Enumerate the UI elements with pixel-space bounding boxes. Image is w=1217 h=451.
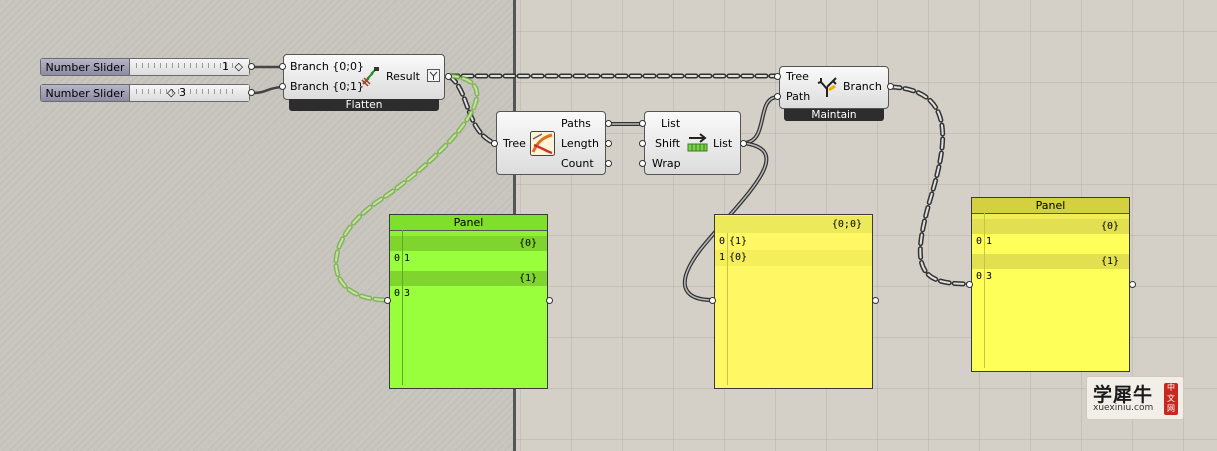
- panel-row: 1 {0}: [715, 250, 872, 266]
- treebranch-tree-grip[interactable]: [774, 73, 781, 80]
- slider-value: 3: [179, 86, 186, 99]
- panel-index-divider: [984, 213, 985, 368]
- slider-label: Number Slider: [41, 59, 130, 75]
- panel-branch-header: {0;0}: [715, 216, 872, 233]
- slider-handle-icon[interactable]: ◇: [167, 86, 175, 99]
- panel-row: 0 {1}: [715, 234, 872, 250]
- paramviewer-input-tree[interactable]: Tree: [503, 137, 526, 150]
- shiftlist-input-shift[interactable]: Shift: [655, 137, 680, 150]
- slider-track[interactable]: 1 ◇: [130, 59, 249, 75]
- slider-ticks: [136, 63, 235, 68]
- param-viewer-component[interactable]: Tree Paths Length Count: [496, 111, 606, 175]
- panel-branch-header: {0}: [972, 219, 1129, 234]
- shiftlist-list-grip[interactable]: [639, 120, 646, 127]
- paramviewer-output-paths[interactable]: Paths: [561, 117, 591, 130]
- wire-maintain-panel3: [888, 84, 972, 287]
- panel-index-divider: [727, 233, 728, 385]
- shift-list-component[interactable]: List Shift Wrap List: [644, 111, 741, 175]
- slider-1-output-grip[interactable]: [248, 63, 255, 70]
- panel-row: 03: [972, 269, 1129, 285]
- maintain-caption: Maintain: [784, 109, 884, 121]
- paramviewer-output-length[interactable]: Length: [561, 137, 599, 150]
- panel-index-divider: [402, 230, 403, 385]
- panel-2-output-grip[interactable]: [872, 297, 879, 304]
- paramviewer-input-grip[interactable]: [491, 140, 498, 147]
- watermark-seal: 中文网: [1164, 383, 1178, 415]
- panel-row-value: 3: [986, 271, 993, 282]
- shiftlist-shift-grip[interactable]: [639, 140, 646, 147]
- shift-list-icon: [687, 133, 708, 152]
- watermark-logo: 学犀牛 xuexiniu.com 中文网: [1086, 376, 1184, 420]
- shiftlist-input-list[interactable]: List: [661, 117, 680, 130]
- flatten-caption: Flatten: [289, 99, 439, 111]
- panel-3-input-grip[interactable]: [966, 281, 973, 288]
- wire-slider2-flatten: [250, 85, 284, 95]
- shiftlist-output-grip[interactable]: [740, 140, 747, 147]
- treebranch-input-path[interactable]: Path: [786, 90, 810, 103]
- panel-row-value: 1: [986, 236, 993, 247]
- panel-row: 01: [390, 251, 547, 267]
- panel-row: 01: [972, 234, 1129, 250]
- panel-3[interactable]: Panel {0} 01 {1} 03: [971, 197, 1130, 372]
- shiftlist-output-list[interactable]: List: [713, 137, 732, 150]
- panel-1-output-grip[interactable]: [546, 297, 553, 304]
- panel-row-value: {1}: [729, 236, 748, 247]
- paramviewer-paths-grip[interactable]: [605, 120, 612, 127]
- slider-track[interactable]: ◇ 3: [130, 85, 249, 101]
- slider-handle-icon[interactable]: ◇: [235, 60, 243, 73]
- number-slider-2[interactable]: Number Slider ◇ 3: [40, 84, 250, 102]
- tree-branch-icon: [817, 77, 837, 97]
- slider-label: Number Slider: [41, 85, 130, 101]
- paramviewer-output-count[interactable]: Count: [561, 157, 594, 170]
- shiftlist-wrap-grip[interactable]: [639, 160, 646, 167]
- panel-row-value: 1: [404, 253, 411, 264]
- treebranch-path-grip[interactable]: [774, 93, 781, 100]
- panel-title: Panel: [390, 215, 547, 231]
- panel-2-input-grip[interactable]: [709, 297, 716, 304]
- flatten-output-result[interactable]: Result: [386, 70, 420, 83]
- slider-value: 1: [222, 60, 229, 73]
- paramviewer-length-grip[interactable]: [605, 140, 612, 147]
- wire-shiftlist-maintain-path: [741, 95, 780, 145]
- flatten-input-branch-0-0[interactable]: Branch {0;0}: [290, 60, 364, 73]
- panel-row: 03: [390, 286, 547, 302]
- treebranch-input-tree[interactable]: Tree: [786, 70, 809, 83]
- watermark-url: xuexiniu.com: [1093, 403, 1154, 413]
- panel-row-value: {0}: [729, 252, 748, 263]
- grasshopper-canvas[interactable]: Number Slider 1 ◇ Number Slider ◇ 3 Bran…: [0, 0, 1217, 451]
- paramviewer-count-grip[interactable]: [605, 160, 612, 167]
- flatten-icon: [361, 67, 379, 87]
- treebranch-output-branch[interactable]: Branch: [843, 80, 882, 93]
- panel-branch-header: {1}: [972, 254, 1129, 269]
- slider-2-output-grip[interactable]: [248, 89, 255, 96]
- param-viewer-icon: [530, 131, 555, 156]
- flatten-component[interactable]: Branch {0;0} Branch {0;1} Result: [283, 54, 445, 100]
- panel-1[interactable]: Panel {0} 01 {1} 03: [389, 214, 548, 389]
- panel-branch-header: {1}: [390, 271, 547, 286]
- panel-2[interactable]: {0;0} 0 {1} 1 {0}: [714, 214, 873, 389]
- panel-row-value: 3: [404, 288, 411, 299]
- number-slider-1[interactable]: Number Slider 1 ◇: [40, 58, 250, 76]
- treebranch-output-grip[interactable]: [887, 83, 894, 90]
- shiftlist-input-wrap[interactable]: Wrap: [652, 157, 681, 170]
- flatten-input-grip-2[interactable]: [279, 83, 286, 90]
- panel-3-output-grip[interactable]: [1129, 281, 1136, 288]
- panel-1-input-grip[interactable]: [384, 297, 391, 304]
- flatten-input-grip-1[interactable]: [279, 63, 286, 70]
- panel-title: Panel: [972, 198, 1129, 214]
- flatten-output-grip[interactable]: [445, 73, 452, 80]
- panel-branch-header: {0}: [390, 236, 547, 251]
- graft-icon: [427, 69, 440, 82]
- flatten-input-branch-0-1[interactable]: Branch {0;1}: [290, 80, 364, 93]
- tree-branch-component[interactable]: Tree Path Branch: [779, 66, 889, 109]
